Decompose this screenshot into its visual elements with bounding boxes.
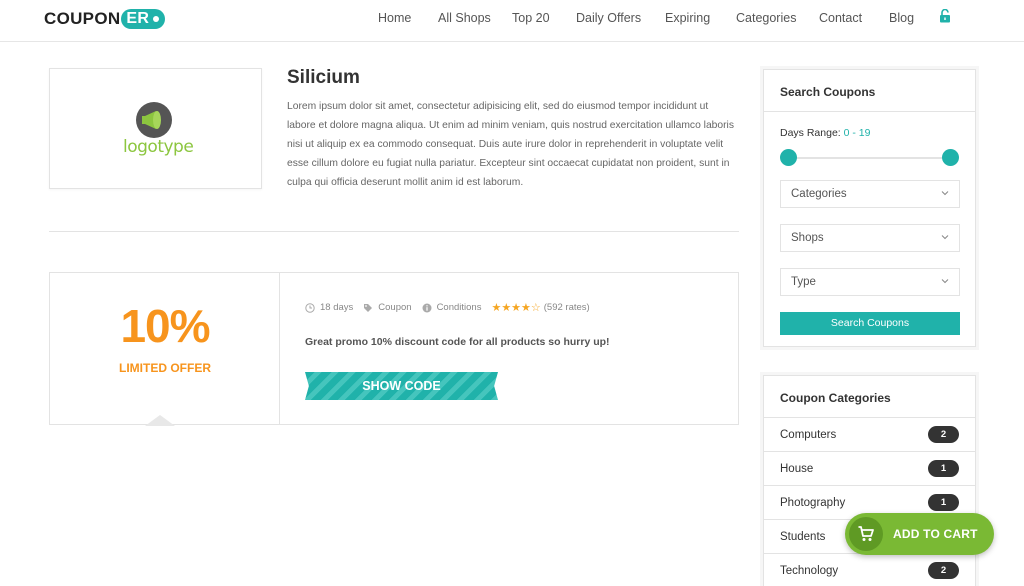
cart-icon-circle — [849, 517, 883, 551]
chevron-down-icon — [941, 191, 949, 196]
type-select-value: Type — [791, 276, 816, 288]
coupon-conditions-text: Conditions — [436, 302, 482, 313]
search-coupons-widget: Search Coupons Days Range: 0 - 19 Catego… — [763, 69, 976, 347]
chevron-down-icon — [941, 279, 949, 284]
info-icon — [422, 303, 432, 312]
shop-description: Lorem ipsum dolor sit amet, consectetur … — [287, 101, 734, 188]
nav-categories[interactable]: Categories — [736, 11, 796, 25]
site-logo[interactable]: COUPON ER — [44, 9, 166, 29]
category-count-badge: 1 — [928, 460, 959, 477]
days-range-text: Days Range: — [780, 127, 841, 139]
category-item-technology[interactable]: Technology 2 — [764, 554, 975, 586]
shopping-cart-icon — [858, 526, 874, 541]
unlock-icon[interactable] — [939, 9, 951, 23]
coupon-meta: 18 days Coupon Conditions ★★★★☆ (592 rat… — [305, 301, 590, 314]
nav-expiring[interactable]: Expiring — [665, 11, 710, 25]
logo-accent-text: ER — [126, 10, 150, 27]
coupon-days-text: 18 days — [320, 302, 354, 313]
categories-select[interactable]: Categories — [780, 180, 960, 208]
nav-top-20[interactable]: Top 20 — [512, 11, 550, 25]
nav-daily-offers[interactable]: Daily Offers — [576, 11, 641, 25]
promo-text: Great promo 10% discount code for all pr… — [305, 336, 610, 348]
nav-blog[interactable]: Blog — [889, 11, 914, 25]
logo-accent-badge: ER — [121, 9, 166, 29]
show-code-button[interactable]: SHOW CODE — [305, 372, 498, 400]
clock-icon — [305, 302, 315, 313]
shop-logo-text: logotype — [123, 137, 194, 157]
coupon-card: 10% LIMITED OFFER 18 days Coupon Conditi… — [49, 272, 739, 425]
categories-widget-title: Coupon Categories — [764, 376, 975, 418]
rating-stars-icon: ★★★★☆ — [491, 302, 541, 314]
type-select[interactable]: Type — [780, 268, 960, 296]
search-coupons-button[interactable]: Search Coupons — [780, 312, 960, 335]
range-min-handle[interactable] — [780, 149, 797, 166]
range-max-handle[interactable] — [942, 149, 959, 166]
add-to-cart-label: ADD TO CART — [893, 527, 978, 541]
coupon-pointer-arrow — [145, 415, 175, 426]
shop-logo-box: logotype — [49, 68, 262, 189]
category-label: House — [780, 463, 814, 475]
category-count-badge: 2 — [928, 426, 959, 443]
nav-contact[interactable]: Contact — [819, 11, 862, 25]
category-item-house[interactable]: House 1 — [764, 452, 975, 486]
categories-select-value: Categories — [791, 188, 847, 200]
days-range-slider-track[interactable] — [789, 157, 951, 159]
category-label: Technology — [780, 565, 839, 577]
shops-select[interactable]: Shops — [780, 224, 960, 252]
category-item-computers[interactable]: Computers 2 — [764, 418, 975, 452]
shop-title: Silicium — [287, 67, 360, 88]
days-range-label: Days Range: 0 - 19 — [780, 127, 870, 139]
coupon-conditions[interactable]: Conditions — [422, 302, 482, 313]
coupon-subtitle: LIMITED OFFER — [119, 361, 211, 375]
section-divider — [49, 231, 739, 232]
megaphone-icon — [136, 102, 172, 138]
rating-count: (592 rates) — [543, 302, 590, 313]
coupon-days: 18 days — [305, 302, 353, 313]
tag-icon — [364, 303, 373, 312]
coupon-value-panel: 10% LIMITED OFFER — [50, 273, 280, 424]
category-label: Students — [780, 531, 826, 543]
category-count-badge: 2 — [928, 562, 959, 579]
add-to-cart-button[interactable]: ADD TO CART — [845, 513, 994, 555]
nav-all-shops[interactable]: All Shops — [438, 11, 491, 25]
search-widget-title: Search Coupons — [764, 70, 975, 112]
logo-main-text: COUPON — [44, 9, 121, 28]
category-label: Photography — [780, 497, 846, 509]
logo-dot-icon — [153, 16, 160, 22]
chevron-down-icon — [941, 235, 949, 240]
days-range-value: 0 - 19 — [843, 127, 871, 139]
category-count-badge: 1 — [928, 494, 959, 511]
shops-select-value: Shops — [791, 232, 824, 244]
category-label: Computers — [780, 429, 837, 441]
coupon-type-text: Coupon — [378, 302, 412, 313]
site-header: COUPON ER Home All Shops Top 20 Daily Of… — [0, 0, 1024, 42]
coupon-value: 10% — [120, 300, 210, 352]
coupon-type: Coupon — [363, 302, 412, 313]
nav-home[interactable]: Home — [378, 11, 411, 25]
